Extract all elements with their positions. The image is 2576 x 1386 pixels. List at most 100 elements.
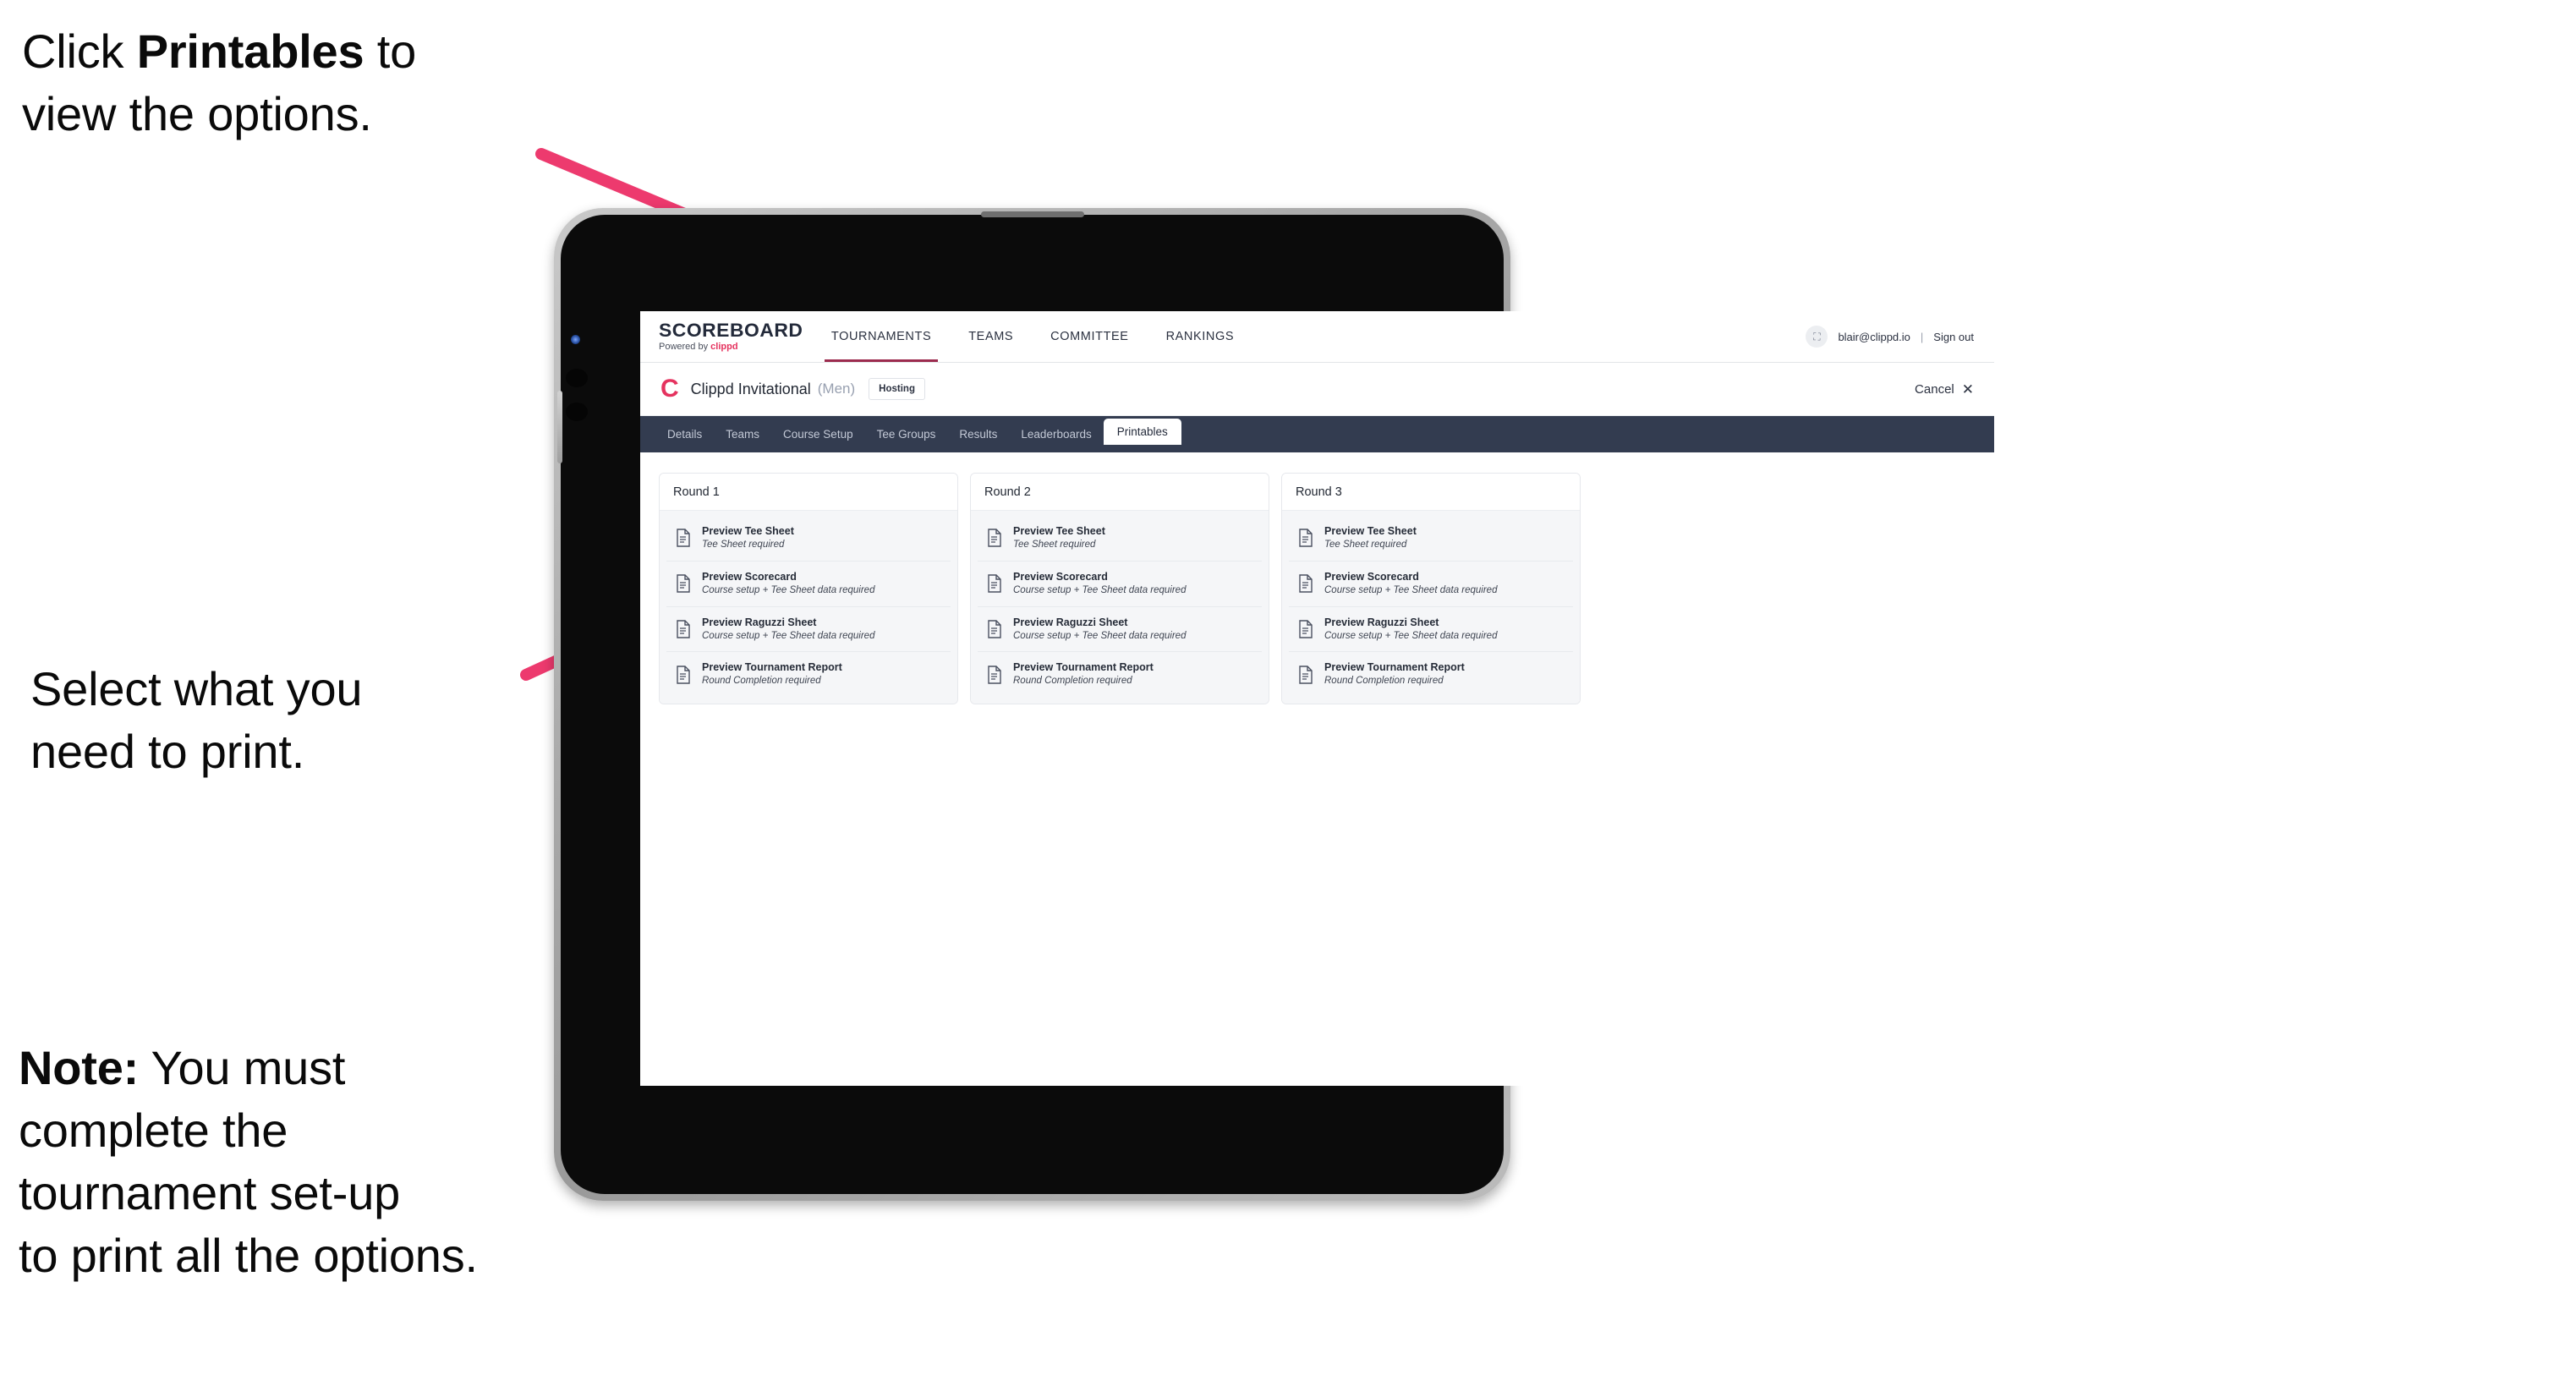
list-item-texts: Preview Tee Sheet Tee Sheet required [1013, 525, 1105, 551]
hosting-badge: Hosting [869, 378, 925, 400]
list-item-title: Preview Tee Sheet [1013, 525, 1105, 537]
list-item-texts: Preview Raguzzi Sheet Course setup + Tee… [1013, 616, 1186, 643]
document-icon [1299, 620, 1313, 638]
tournament-gender: (Men) [817, 381, 856, 397]
tablet-device-frame: SCOREBOARD Powered by clippd TOURNAMENTS… [554, 208, 1994, 1201]
list-item[interactable]: Preview Raguzzi Sheet Course setup + Tee… [666, 606, 951, 653]
tab-course-setup[interactable]: Course Setup [771, 416, 865, 452]
document-icon [1299, 574, 1313, 593]
list-item-subtitle: Tee Sheet required [702, 540, 785, 550]
list-item-subtitle: Course setup + Tee Sheet data required [1013, 630, 1187, 641]
round-card: Round 2 Preview Tee Sheet Tee Sheet requ… [970, 473, 1269, 705]
round-items: Preview Tee Sheet Tee Sheet required Pre… [1282, 511, 1580, 704]
list-item-texts: Preview Tee Sheet Tee Sheet required [702, 525, 794, 551]
list-item[interactable]: Preview Scorecard Course setup + Tee She… [978, 561, 1262, 607]
document-icon [988, 574, 1001, 593]
clippd-c-logo-icon: C [660, 375, 679, 403]
scoreboard-logo[interactable]: SCOREBOARD Powered by clippd [640, 311, 813, 362]
list-item[interactable]: Preview Tee Sheet Tee Sheet required [1289, 516, 1573, 562]
list-item-title: Preview Tournament Report [1324, 661, 1465, 674]
topnav-committee[interactable]: COMMITTEE [1032, 311, 1147, 362]
topnav-tournaments[interactable]: TOURNAMENTS [813, 311, 950, 362]
user-email: blair@clippd.io [1838, 330, 1910, 343]
tab-details[interactable]: Details [655, 416, 714, 452]
status-led-icon [571, 335, 580, 344]
document-icon [677, 620, 690, 638]
list-item-title: Preview Raguzzi Sheet [1324, 616, 1439, 628]
tab-leaderboards[interactable]: Leaderboards [1009, 416, 1103, 452]
printables-content: Round 1 Preview Tee Sheet Tee Sheet requ… [640, 452, 1994, 726]
list-item-texts: Preview Tournament Report Round Completi… [1013, 661, 1154, 688]
tab-tee-groups[interactable]: Tee Groups [865, 416, 948, 452]
speaker-slot-icon [980, 211, 1084, 217]
document-icon [1299, 529, 1313, 548]
sign-out-link[interactable]: Sign out [1933, 331, 1974, 343]
annotation-1-bold: Printables [136, 25, 364, 78]
list-item-title: Preview Raguzzi Sheet [1013, 616, 1128, 628]
list-item-subtitle: Round Completion required [1324, 676, 1444, 687]
list-item-subtitle: Course setup + Tee Sheet data required [1324, 630, 1498, 641]
round-card: Round 3 Preview Tee Sheet Tee Sheet requ… [1281, 473, 1581, 705]
list-item-title: Preview Tournament Report [702, 661, 842, 674]
list-item-texts: Preview Scorecard Course setup + Tee She… [702, 571, 874, 597]
tournament-header-bar: C Clippd Invitational (Men) Hosting Canc… [640, 363, 1994, 416]
list-item[interactable]: Preview Tournament Report Round Completi… [978, 652, 1262, 698]
annotation-note: Note: You must complete the tournament s… [19, 1041, 478, 1282]
list-item-subtitle: Round Completion required [702, 676, 821, 687]
top-navigation-bar: SCOREBOARD Powered by clippd TOURNAMENTS… [640, 311, 1994, 363]
list-item[interactable]: Preview Tournament Report Round Completi… [1289, 652, 1573, 698]
list-item[interactable]: Preview Tournament Report Round Completi… [666, 652, 951, 698]
cancel-label: Cancel [1915, 381, 1954, 397]
list-item-subtitle: Course setup + Tee Sheet data required [702, 630, 875, 641]
brand-wordmark: SCOREBOARD [659, 320, 803, 341]
annotation-select-to-print: Select what you need to print. [30, 662, 363, 778]
list-item[interactable]: Preview Scorecard Course setup + Tee She… [666, 561, 951, 607]
list-item-texts: Preview Scorecard Course setup + Tee She… [1324, 571, 1497, 597]
volume-up-button[interactable] [566, 369, 588, 387]
round-items: Preview Tee Sheet Tee Sheet required Pre… [971, 511, 1269, 704]
document-icon [1299, 666, 1313, 684]
side-button[interactable] [557, 391, 562, 463]
list-item-title: Preview Scorecard [1324, 570, 1419, 583]
document-icon [677, 574, 690, 593]
list-item-texts: Preview Raguzzi Sheet Course setup + Tee… [1324, 616, 1497, 643]
powered-prefix: Powered by [659, 342, 711, 352]
list-item-texts: Preview Tournament Report Round Completi… [1324, 661, 1465, 688]
tab-printables[interactable]: Printables [1103, 419, 1181, 445]
document-icon [677, 529, 690, 548]
list-item-texts: Preview Raguzzi Sheet Course setup + Tee… [702, 616, 874, 643]
round-items: Preview Tee Sheet Tee Sheet required Pre… [660, 511, 957, 704]
volume-down-button[interactable] [566, 403, 588, 421]
tournament-title: Clippd Invitational [690, 380, 811, 397]
round-title: Round 2 [971, 474, 1269, 511]
list-item[interactable]: Preview Tee Sheet Tee Sheet required [666, 516, 951, 562]
tab-teams[interactable]: Teams [714, 416, 771, 452]
tab-results[interactable]: Results [947, 416, 1009, 452]
list-item-subtitle: Course setup + Tee Sheet data required [702, 584, 875, 595]
annotation-3-bold: Note: [19, 1041, 140, 1094]
close-icon: ✕ [1961, 381, 1974, 397]
list-item[interactable]: Preview Raguzzi Sheet Course setup + Tee… [1289, 606, 1573, 653]
document-icon [988, 666, 1001, 684]
topnav-rankings[interactable]: RANKINGS [1148, 311, 1253, 362]
list-item-title: Preview Tee Sheet [702, 525, 794, 537]
document-icon [677, 666, 690, 684]
section-tab-strip: Details Teams Course Setup Tee Groups Re… [640, 416, 1994, 452]
round-title: Round 1 [660, 474, 957, 511]
topnav-teams[interactable]: TEAMS [950, 311, 1032, 362]
round-card: Round 1 Preview Tee Sheet Tee Sheet requ… [659, 473, 958, 705]
list-item[interactable]: Preview Tee Sheet Tee Sheet required [978, 516, 1262, 562]
list-item-title: Preview Tee Sheet [1324, 525, 1417, 537]
cancel-button[interactable]: Cancel ✕ [1915, 382, 1974, 397]
list-item-texts: Preview Tee Sheet Tee Sheet required [1324, 525, 1417, 551]
clippd-name: clippd [710, 342, 738, 352]
avatar[interactable]: ⛶ [1806, 326, 1828, 348]
list-item-title: Preview Scorecard [702, 570, 797, 583]
round-title: Round 3 [1282, 474, 1580, 511]
list-item[interactable]: Preview Raguzzi Sheet Course setup + Tee… [978, 606, 1262, 653]
list-item[interactable]: Preview Scorecard Course setup + Tee She… [1289, 561, 1573, 607]
list-item-title: Preview Tournament Report [1013, 661, 1154, 674]
separator: | [1920, 330, 1924, 343]
brand-powered-by: Powered by clippd [659, 342, 797, 352]
list-item-texts: Preview Tournament Report Round Completi… [702, 661, 842, 688]
